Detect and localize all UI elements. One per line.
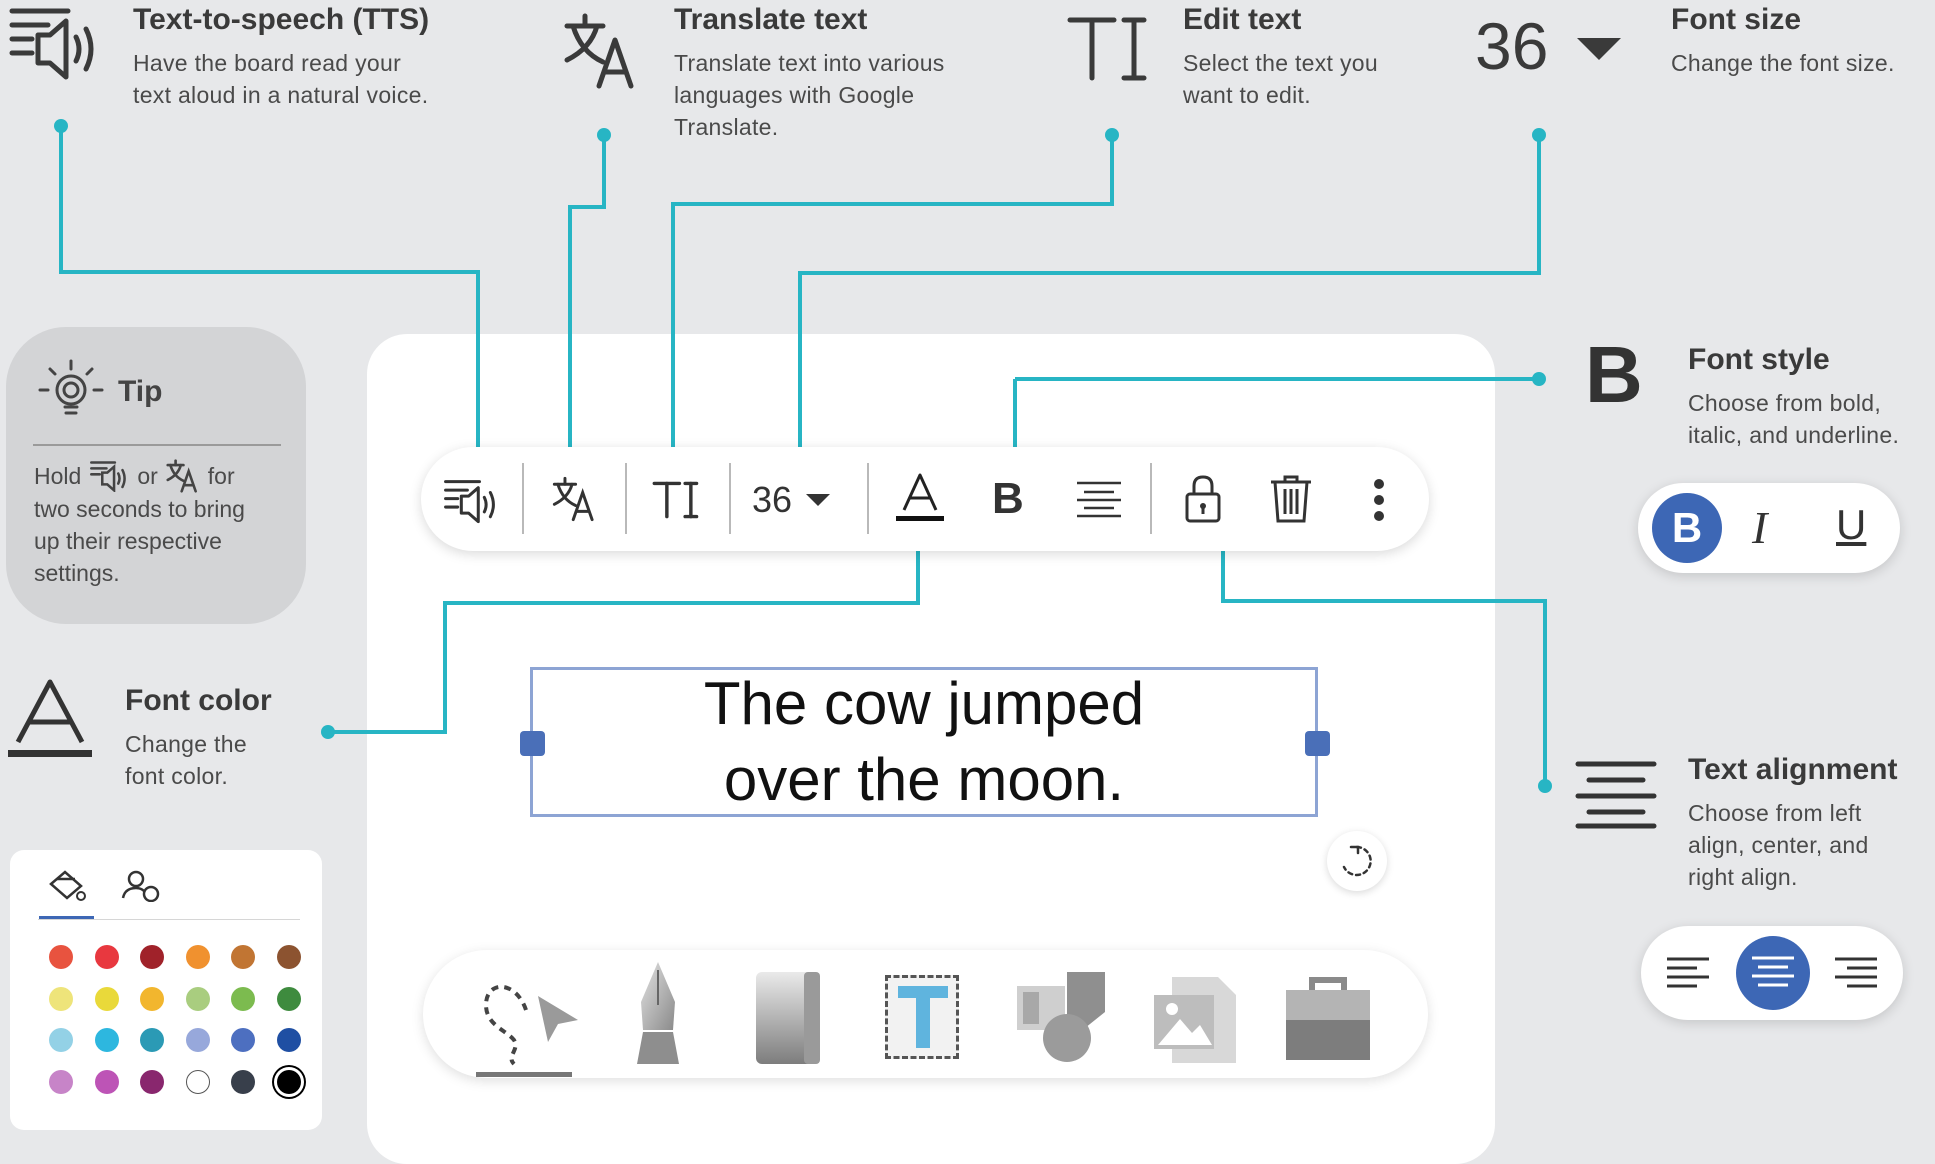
shapes-icon[interactable] [1015, 968, 1107, 1064]
edit-text-title: Edit text [1183, 3, 1302, 36]
color-swatch[interactable] [49, 945, 73, 969]
resize-handle-left[interactable] [520, 731, 545, 756]
font-size-dropdown[interactable]: 36 [752, 475, 831, 525]
lasso-select-icon[interactable] [476, 960, 586, 1080]
edit-text-desc: Select the text you want to edit. [1183, 50, 1378, 108]
font-style-pill: B I U [1638, 483, 1900, 573]
color-swatch[interactable] [94, 986, 119, 1011]
rotate-icon [1342, 845, 1372, 877]
color-swatch[interactable] [185, 1028, 210, 1052]
color-swatch[interactable] [94, 945, 119, 969]
text-box-content: The cow jumped over the moon. [703, 670, 1145, 813]
font-size-title: Font size [1671, 3, 1802, 36]
color-swatch[interactable] [94, 1028, 119, 1052]
toolbar-divider [729, 463, 731, 534]
color-swatch[interactable] [276, 945, 301, 969]
toolbar-divider [625, 463, 627, 534]
tip-divider [33, 444, 281, 446]
color-swatch[interactable] [276, 1069, 301, 1094]
lightbulb-icon [38, 359, 104, 415]
bold-button[interactable]: B [992, 474, 1024, 524]
insert-media-icon[interactable] [1152, 975, 1238, 1065]
eraser-icon[interactable] [754, 970, 822, 1066]
translate-title: Translate text [674, 3, 868, 36]
font-color-button[interactable] [896, 472, 944, 522]
font-color-icon [8, 679, 92, 757]
color-palette [10, 850, 322, 1130]
align-right-button[interactable] [1833, 956, 1879, 992]
align-left-button[interactable] [1665, 956, 1711, 992]
rotate-button[interactable] [1327, 831, 1387, 891]
tts-icon [9, 8, 94, 80]
color-swatch[interactable] [231, 1069, 255, 1094]
text-alignment-title: Text alignment [1688, 753, 1898, 786]
color-swatch[interactable] [231, 945, 255, 969]
custom-color-tab[interactable] [121, 868, 161, 902]
edit-text-icon [1067, 17, 1147, 81]
bold-icon: B [1585, 330, 1643, 419]
color-swatch[interactable] [140, 945, 164, 969]
selected-text-box[interactable]: The cow jumped over the moon. [530, 667, 1318, 817]
font-style-desc: Choose from bold, italic, and underline. [1688, 390, 1900, 448]
tip-text: Hold or for two seconds to bring up their… [34, 459, 294, 589]
color-swatch[interactable] [231, 1028, 255, 1052]
tts-title: Text-to-speech (TTS) [133, 3, 430, 36]
font-color-title: Font color [125, 684, 272, 717]
color-swatch[interactable] [185, 945, 210, 969]
color-swatch[interactable] [49, 1028, 73, 1052]
tip-title: Tip [118, 375, 163, 408]
text-align-icon [1575, 761, 1657, 829]
pen-icon[interactable] [633, 960, 683, 1065]
toolbar-divider [522, 463, 524, 534]
chevron-down-icon [806, 494, 831, 506]
color-swatch[interactable] [276, 1028, 301, 1052]
color-swatch[interactable] [140, 986, 164, 1011]
color-swatch[interactable] [49, 986, 73, 1011]
toolbar-divider [1150, 463, 1152, 534]
palette-divider [38, 919, 300, 920]
color-swatch[interactable] [276, 986, 301, 1011]
fill-color-tab[interactable] [47, 868, 87, 902]
chevron-down-icon [1577, 38, 1621, 60]
text-tool-icon[interactable] [885, 975, 959, 1059]
underline-button[interactable]: U [1836, 501, 1866, 549]
color-swatch[interactable] [185, 986, 210, 1011]
font-size-desc: Change the font size. [1671, 50, 1895, 76]
toolbar-divider [867, 463, 869, 534]
color-swatch[interactable] [49, 1069, 73, 1094]
text-alignment-desc: Choose from left align, center, and right … [1688, 800, 1869, 890]
translate-button[interactable] [552, 476, 598, 522]
edit-text-button[interactable] [652, 479, 700, 521]
italic-button[interactable]: I [1752, 501, 1767, 554]
bold-button[interactable]: B [1652, 493, 1722, 563]
resize-handle-right[interactable] [1305, 731, 1330, 756]
font-size-value: 36 [1475, 9, 1549, 83]
tts-button[interactable] [443, 478, 499, 524]
color-swatch[interactable] [185, 1069, 210, 1094]
font-size-dropdown-value: 36 [752, 479, 793, 520]
color-swatch[interactable] [231, 986, 255, 1011]
font-color-desc: Change the font color. [125, 731, 247, 789]
tts-desc: Have the board read your text aloud in a … [133, 50, 429, 108]
translate-icon [166, 459, 197, 493]
align-center-button[interactable] [1736, 936, 1810, 1010]
align-button[interactable] [1076, 480, 1122, 518]
tts-icon [90, 461, 127, 492]
toolbox-icon[interactable] [1284, 976, 1372, 1062]
trash-button[interactable] [1270, 474, 1312, 524]
tip-card: Tip Hold or for two seconds to bring up t… [6, 327, 306, 624]
lock-button[interactable] [1184, 474, 1222, 524]
font-style-title: Font style [1688, 343, 1830, 376]
color-swatch[interactable] [94, 1069, 119, 1094]
more-options-button[interactable] [1372, 478, 1386, 522]
color-swatch[interactable] [140, 1028, 164, 1052]
text-alignment-pill [1641, 926, 1903, 1020]
translate-desc: Translate text into various languages wit… [674, 50, 945, 140]
color-swatch[interactable] [140, 1069, 164, 1094]
translate-icon [564, 13, 634, 89]
